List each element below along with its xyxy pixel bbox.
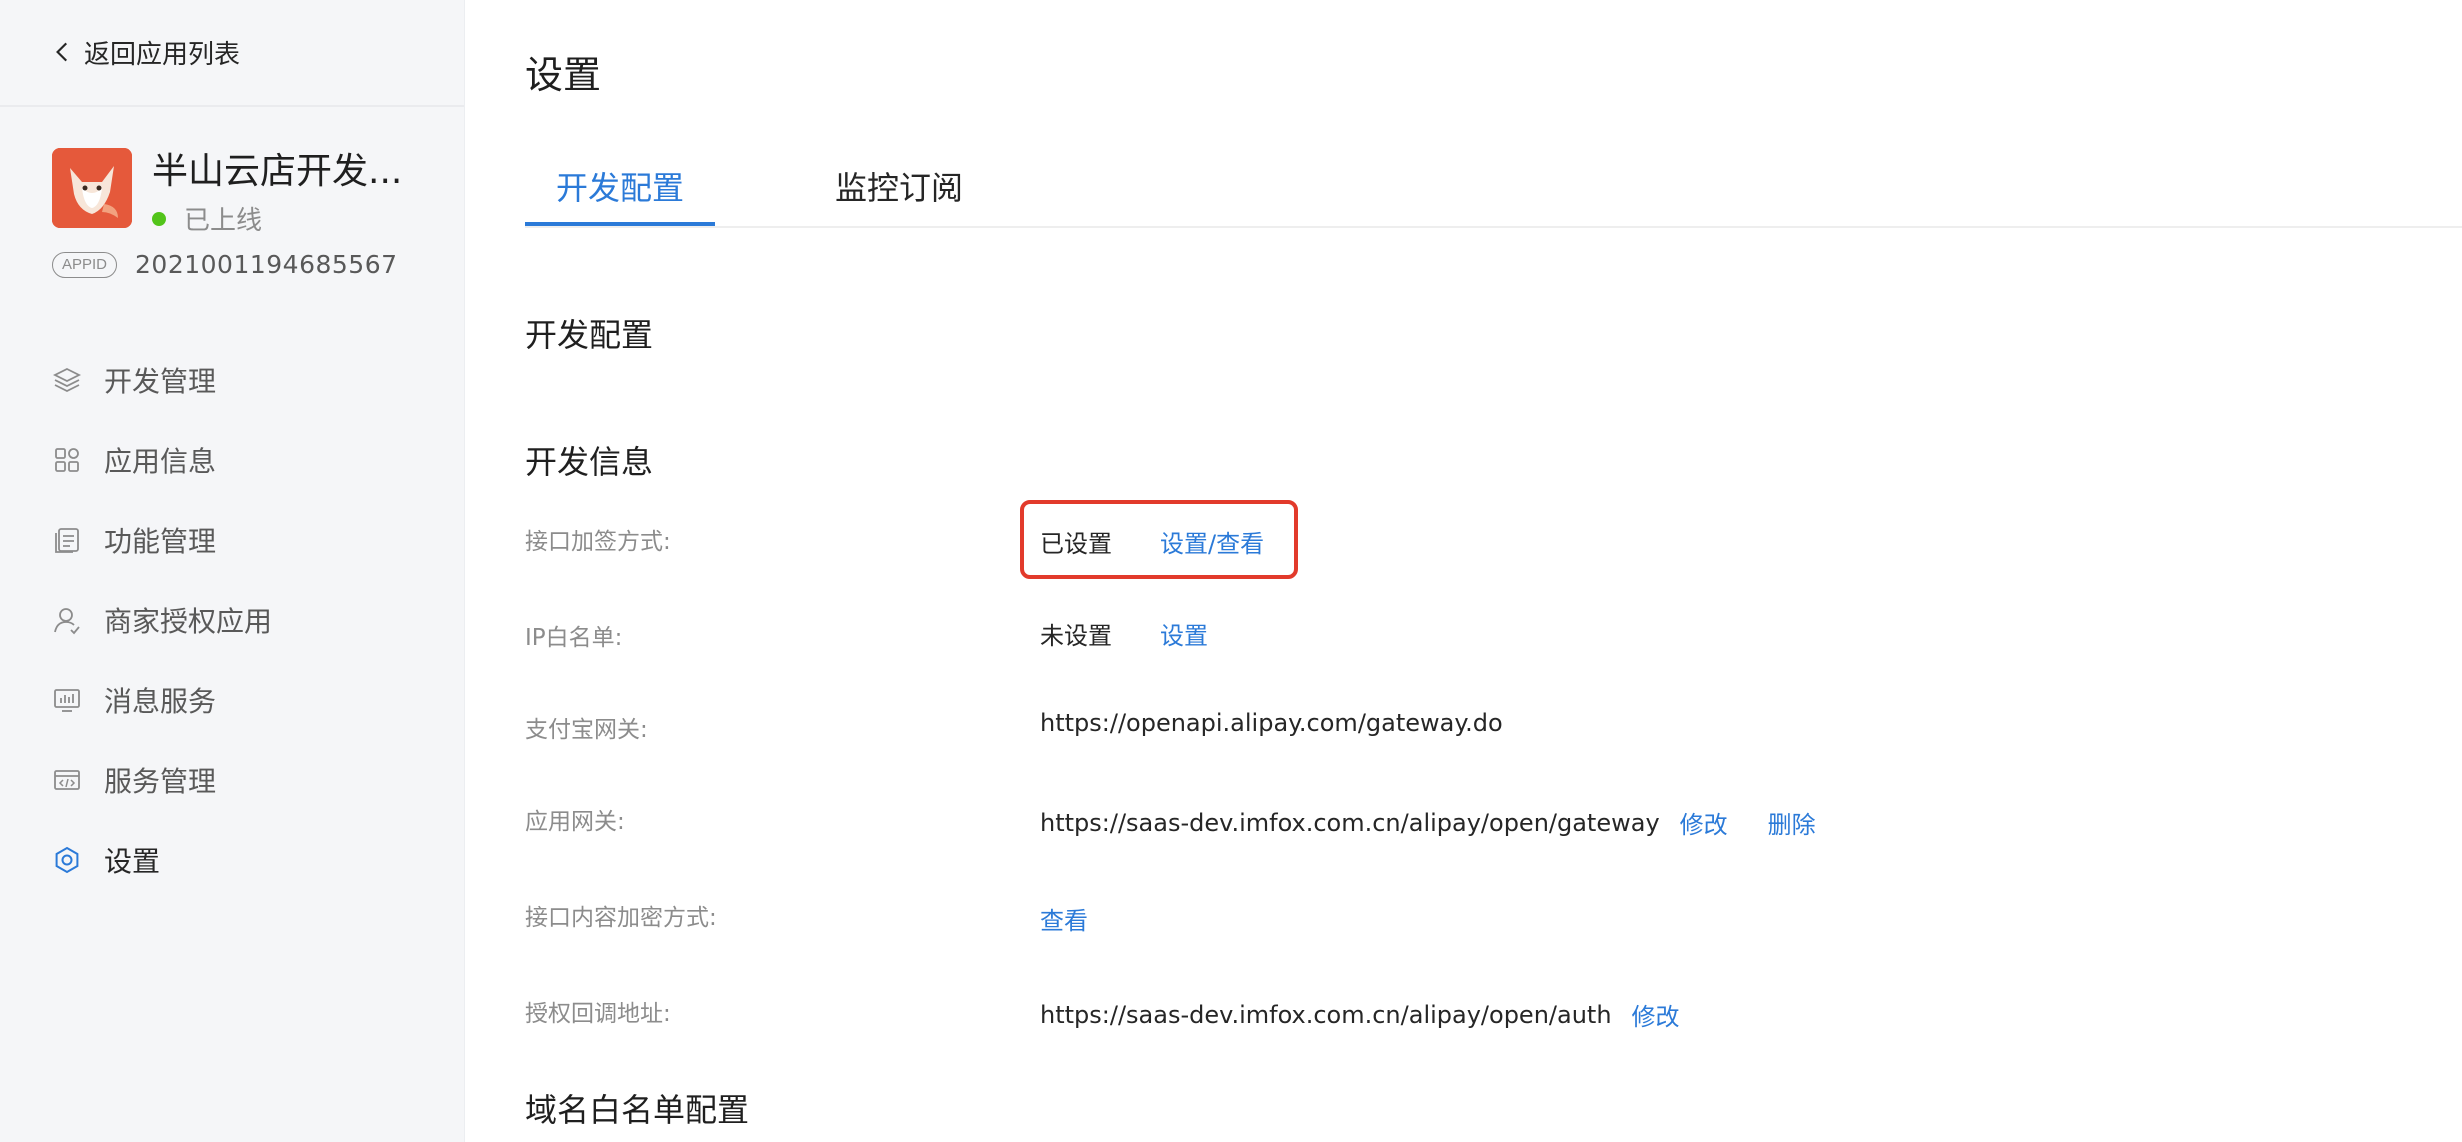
sidebar-item-service-management[interactable]: 服务管理 bbox=[0, 740, 464, 820]
app-logo bbox=[52, 148, 132, 228]
alipay-gateway-value: https://openapi.alipay.com/gateway.do bbox=[1040, 709, 1503, 737]
sign-method-value: 已设置 设置/查看 bbox=[1040, 524, 1264, 559]
status-dot-icon bbox=[152, 211, 166, 226]
document-stack-icon bbox=[55, 528, 79, 553]
alipay-gateway-label: 支付宝网关: bbox=[525, 717, 648, 743]
ip-whitelist-label: IP白名单: bbox=[525, 625, 623, 651]
sign-method-label: 接口加签方式: bbox=[525, 529, 671, 555]
user-auth-icon bbox=[54, 608, 80, 635]
auth-callback-url: https://saas-dev.imfox.com.cn/alipay/ope… bbox=[1040, 1000, 1612, 1029]
sidebar-divider bbox=[0, 105, 464, 107]
gear-icon bbox=[55, 846, 79, 874]
sidebar-item-label: 服务管理 bbox=[104, 765, 217, 798]
app-name: 半山云店开发... bbox=[152, 151, 403, 192]
section-title-dev-info: 开发信息 bbox=[525, 443, 654, 481]
sidebar: 返回应用列表 半山云店开发... 已上线 APPID 2021001194685… bbox=[0, 0, 465, 1142]
sign-method-set-view-link[interactable]: 设置/查看 bbox=[1160, 524, 1264, 559]
auth-callback-label: 授权回调地址: bbox=[525, 1001, 671, 1027]
monitor-chart-icon bbox=[54, 689, 80, 712]
section-title-domain-whitelist: 域名白名单配置 bbox=[525, 1091, 750, 1129]
sidebar-item-label: 消息服务 bbox=[104, 685, 217, 718]
alipay-gateway-url: https://openapi.alipay.com/gateway.do bbox=[1040, 709, 1503, 737]
auth-callback-edit-link[interactable]: 修改 bbox=[1632, 997, 1680, 1032]
ip-whitelist-value: 未设置 设置 bbox=[1040, 616, 1208, 651]
sidebar-item-label: 功能管理 bbox=[104, 525, 217, 558]
sidebar-item-label: 商家授权应用 bbox=[104, 605, 273, 638]
sidebar-item-merchant-auth-apps[interactable]: 商家授权应用 bbox=[0, 580, 464, 660]
back-to-app-list-link[interactable]: 返回应用列表 bbox=[50, 30, 240, 74]
encrypt-method-view-link[interactable]: 查看 bbox=[1040, 901, 1088, 936]
app-status: 已上线 bbox=[152, 200, 262, 237]
sidebar-item-app-info[interactable]: 应用信息 bbox=[0, 420, 464, 500]
status-text: 已上线 bbox=[184, 206, 263, 236]
tab-dev-config[interactable]: 开发配置 bbox=[525, 160, 715, 226]
tab-monitor-subscription[interactable]: 监控订阅 bbox=[835, 160, 963, 226]
app-gateway-label: 应用网关: bbox=[525, 809, 625, 835]
sidebar-item-settings[interactable]: 设置 bbox=[0, 820, 464, 900]
layers-icon bbox=[52, 367, 82, 393]
app-gateway-url: https://saas-dev.imfox.com.cn/alipay/ope… bbox=[1040, 808, 1660, 837]
sidebar-item-message-service[interactable]: 消息服务 bbox=[0, 660, 464, 740]
page-title: 设置 bbox=[525, 53, 602, 97]
sign-method-status: 已设置 bbox=[1040, 530, 1112, 558]
main-content: 设置 开发配置 监控订阅 开发配置 开发信息 接口加签方式: 已设置 设置/查看… bbox=[465, 0, 2462, 1142]
appid-row: APPID 2021001194685567 bbox=[52, 250, 398, 279]
app-gateway-value: https://saas-dev.imfox.com.cn/alipay/ope… bbox=[1040, 805, 1816, 840]
card-code-icon bbox=[54, 770, 80, 790]
sidebar-item-label: 设置 bbox=[104, 845, 161, 878]
appid-badge: APPID bbox=[52, 251, 118, 278]
chevron-left-icon bbox=[56, 42, 68, 62]
sidebar-item-dev-management[interactable]: 开发管理 bbox=[0, 340, 464, 420]
sidebar-nav: 开发管理 应用信息 功能管理 商家授权应用 消息服务 服务管理 设置 bbox=[0, 340, 464, 900]
back-label: 返回应用列表 bbox=[84, 39, 241, 70]
appid-value: 2021001194685567 bbox=[135, 250, 398, 279]
apps-grid-icon bbox=[55, 448, 79, 472]
app-gateway-delete-link[interactable]: 删除 bbox=[1768, 805, 1816, 840]
fox-logo-icon bbox=[52, 148, 132, 228]
section-title-dev-config: 开发配置 bbox=[525, 316, 654, 354]
encrypt-method-value: 查看 bbox=[1040, 901, 1088, 936]
sidebar-item-label: 开发管理 bbox=[104, 365, 217, 398]
auth-callback-value: https://saas-dev.imfox.com.cn/alipay/ope… bbox=[1040, 997, 1680, 1032]
sidebar-item-feature-management[interactable]: 功能管理 bbox=[0, 500, 464, 580]
encrypt-method-label: 接口内容加密方式: bbox=[525, 905, 717, 931]
ip-whitelist-set-link[interactable]: 设置 bbox=[1160, 616, 1208, 651]
tab-bar: 开发配置 监控订阅 bbox=[525, 160, 2462, 228]
ip-whitelist-status: 未设置 bbox=[1040, 622, 1112, 650]
app-gateway-edit-link[interactable]: 修改 bbox=[1680, 805, 1728, 840]
sidebar-item-label: 应用信息 bbox=[104, 445, 217, 478]
